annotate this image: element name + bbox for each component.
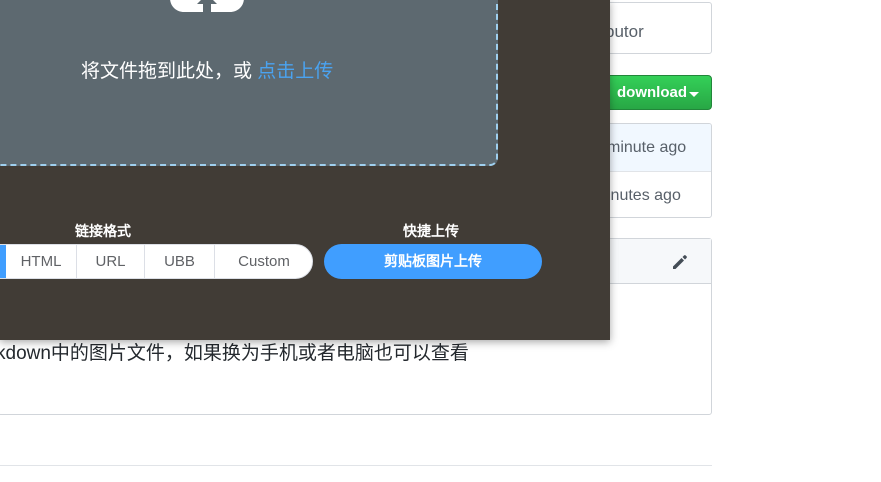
commit-time: minute ago (607, 139, 687, 156)
link-format-group: HTML URL UBB Custom (0, 244, 313, 279)
click-upload-link[interactable]: 点击上传 (257, 61, 333, 82)
drop-instructions: 将文件拖到此处，或 点击上传 (81, 56, 333, 83)
quick-upload-label: 快捷上传 (403, 223, 459, 239)
clipboard-upload-button[interactable]: 剪贴板图片上传 (324, 244, 542, 279)
cloud-upload-icon (170, 0, 244, 14)
commit-time: inutes ago (607, 187, 681, 204)
link-format-label: 链接格式 (75, 223, 131, 239)
format-option-custom[interactable]: Custom (214, 245, 312, 278)
contributors-label: butor (605, 22, 644, 41)
caret-down-icon (689, 92, 699, 97)
divider (0, 465, 712, 466)
drop-zone[interactable] (0, 0, 498, 166)
pencil-icon[interactable] (671, 253, 689, 271)
format-option-ubb[interactable]: UBB (144, 245, 214, 278)
upload-modal: 将文件拖到此处，或 点击上传 链接格式 快捷上传 HTML URL UBB Cu… (0, 0, 610, 340)
format-option-url[interactable]: URL (76, 245, 144, 278)
readme-text: kdown中的图片文件，如果换为手机或者电脑也可以查看 (0, 343, 469, 364)
download-label: download (617, 84, 687, 101)
format-option-html[interactable]: HTML (6, 245, 76, 278)
drop-text: 将文件拖到此处，或 (81, 61, 258, 82)
